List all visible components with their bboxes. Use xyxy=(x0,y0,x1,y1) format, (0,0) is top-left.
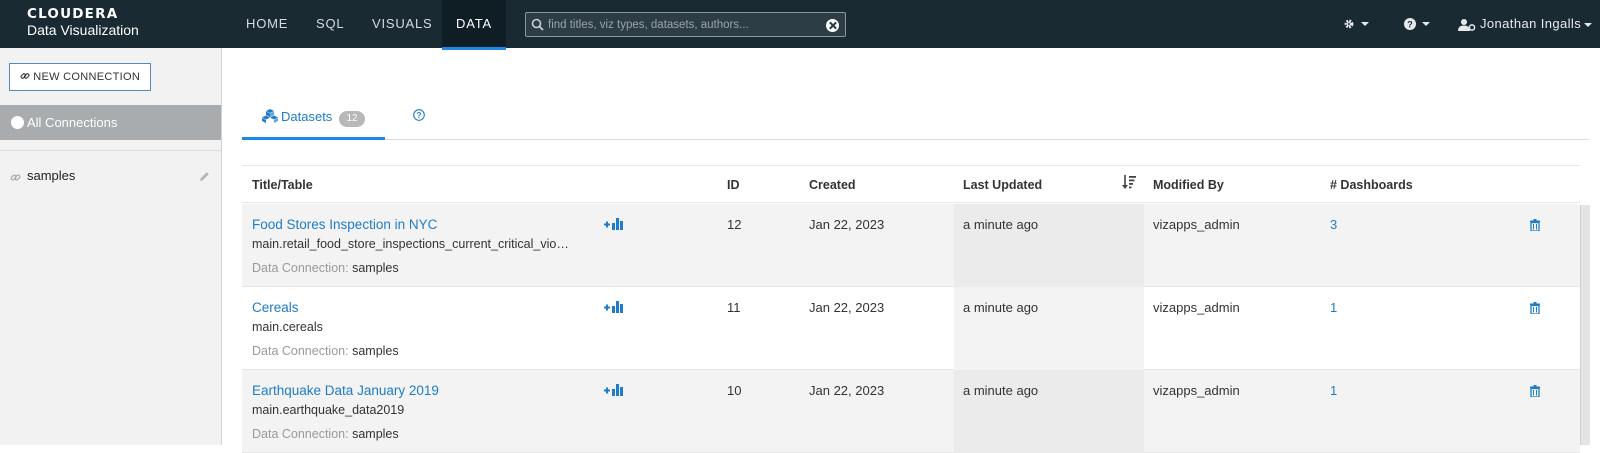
user-settings-icon xyxy=(1458,16,1480,31)
data-connection-info: Data Connection: samples xyxy=(252,261,399,275)
sidebar: NEW CONNECTION All Connections samples xyxy=(0,48,222,445)
data-connection-value: samples xyxy=(352,261,399,275)
dataset-last-updated: a minute ago xyxy=(963,300,1039,315)
link-icon xyxy=(20,71,33,83)
dataset-created: Jan 22, 2023 xyxy=(809,300,885,315)
dataset-modified-by: vizapps_admin xyxy=(1153,217,1240,232)
nav-data[interactable]: DATA xyxy=(442,0,506,50)
dataset-table-name: main.cereals xyxy=(252,320,323,334)
dataset-modified-by: vizapps_admin xyxy=(1153,383,1240,398)
dataset-created: Jan 22, 2023 xyxy=(809,383,885,398)
datasets-icon xyxy=(262,109,278,128)
clear-search-icon[interactable] xyxy=(826,19,839,32)
dataset-id: 11 xyxy=(727,300,741,315)
table-header: Title/Table ID Created Last Updated Modi… xyxy=(242,165,1580,203)
search-icon xyxy=(531,18,544,36)
top-navbar: CLOUDERA Data Visualization HOME SQL VIS… xyxy=(0,0,1600,50)
tabs-bar: Datasets 12 ? xyxy=(242,100,1589,140)
svg-text:?: ? xyxy=(1407,19,1413,29)
search-input[interactable] xyxy=(548,13,818,36)
link-icon xyxy=(10,170,21,188)
data-connection-info: Data Connection: samples xyxy=(252,427,399,441)
gear-icon xyxy=(1343,16,1358,30)
header-id[interactable]: ID xyxy=(727,178,740,192)
nav-sql[interactable]: SQL xyxy=(316,0,344,48)
connection-label: samples xyxy=(27,168,76,183)
datasets-count-badge: 12 xyxy=(339,111,365,127)
dashboards-count-link[interactable]: 3 xyxy=(1330,217,1337,232)
header-last-updated[interactable]: Last Updated xyxy=(963,178,1042,192)
header-created[interactable]: Created xyxy=(809,178,856,192)
new-dashboard-icon[interactable] xyxy=(603,217,625,236)
trash-icon[interactable] xyxy=(1530,218,1540,236)
header-modified-by[interactable]: Modified By xyxy=(1153,178,1224,192)
data-connection-label: Data Connection: xyxy=(252,261,349,275)
dataset-table-name: main.earthquake_data2019 xyxy=(252,403,405,417)
dataset-id: 12 xyxy=(727,217,742,232)
table-row: Cereals main.cereals Data Connection: sa… xyxy=(242,287,1580,370)
new-dashboard-icon[interactable] xyxy=(603,300,625,319)
nav-home[interactable]: HOME xyxy=(246,0,288,48)
table-row: Food Stores Inspection in NYC main.retai… xyxy=(242,204,1580,287)
tab-datasets-label: Datasets xyxy=(281,109,333,124)
header-dashboards[interactable]: # Dashboards xyxy=(1330,178,1413,192)
new-dashboard-icon[interactable] xyxy=(603,383,625,402)
dataset-modified-by: vizapps_admin xyxy=(1153,300,1240,315)
all-connections-label: All Connections xyxy=(27,115,118,130)
data-connection-label: Data Connection: xyxy=(252,344,349,358)
trash-icon[interactable] xyxy=(1530,301,1540,319)
sidebar-item-all-connections[interactable]: All Connections xyxy=(0,105,221,140)
tab-datasets[interactable]: Datasets 12 xyxy=(242,100,385,140)
dataset-last-updated: a minute ago xyxy=(963,217,1039,232)
settings-menu[interactable] xyxy=(1343,16,1370,30)
dataset-id: 10 xyxy=(727,383,742,398)
dashboards-count-link[interactable]: 1 xyxy=(1330,383,1337,398)
dataset-table-name: main.retail_food_store_inspections_curre… xyxy=(252,237,569,251)
search-box xyxy=(525,12,846,37)
data-connection-info: Data Connection: samples xyxy=(252,344,399,358)
new-connection-button[interactable]: NEW CONNECTION xyxy=(9,63,151,91)
brand-name: CLOUDERA xyxy=(27,6,119,22)
help-menu[interactable]: ? xyxy=(1404,16,1431,30)
data-connection-value: samples xyxy=(352,427,399,441)
chevron-down-icon xyxy=(1361,21,1370,26)
dataset-title-link[interactable]: Earthquake Data January 2019 xyxy=(252,383,439,398)
pencil-icon[interactable] xyxy=(199,169,210,187)
chevron-down-icon xyxy=(1422,21,1431,26)
chevron-down-icon xyxy=(1584,22,1593,27)
brand-logo[interactable]: CLOUDERA Data Visualization xyxy=(27,6,139,39)
new-connection-label: NEW CONNECTION xyxy=(33,71,141,83)
header-title-table[interactable]: Title/Table xyxy=(252,178,313,192)
sort-descending-icon[interactable] xyxy=(1122,174,1136,195)
svg-text:?: ? xyxy=(417,111,422,120)
dataset-title-link[interactable]: Cereals xyxy=(252,300,299,315)
user-name: Jonathan Ingalls xyxy=(1480,16,1582,31)
dataset-title-link[interactable]: Food Stores Inspection in NYC xyxy=(252,217,437,232)
datasets-table: Title/Table ID Created Last Updated Modi… xyxy=(242,165,1580,453)
question-circle-icon: ? xyxy=(1404,16,1419,30)
nav-visuals[interactable]: VISUALS xyxy=(372,0,433,48)
table-scrollbar[interactable] xyxy=(1580,205,1590,445)
help-icon[interactable]: ? xyxy=(413,108,425,126)
data-connection-label: Data Connection: xyxy=(252,427,349,441)
dataset-created: Jan 22, 2023 xyxy=(809,217,885,232)
brand-product: Data Visualization xyxy=(27,22,139,38)
sidebar-item-samples[interactable]: samples xyxy=(10,167,210,185)
data-connection-value: samples xyxy=(352,344,399,358)
table-row: Earthquake Data January 2019 main.earthq… xyxy=(242,370,1580,453)
dataset-last-updated: a minute ago xyxy=(963,383,1039,398)
trash-icon[interactable] xyxy=(1530,384,1540,402)
dashboards-count-link[interactable]: 1 xyxy=(1330,300,1337,315)
globe-icon xyxy=(11,116,24,129)
divider xyxy=(0,150,221,151)
user-menu[interactable]: Jonathan Ingalls xyxy=(1458,16,1593,31)
